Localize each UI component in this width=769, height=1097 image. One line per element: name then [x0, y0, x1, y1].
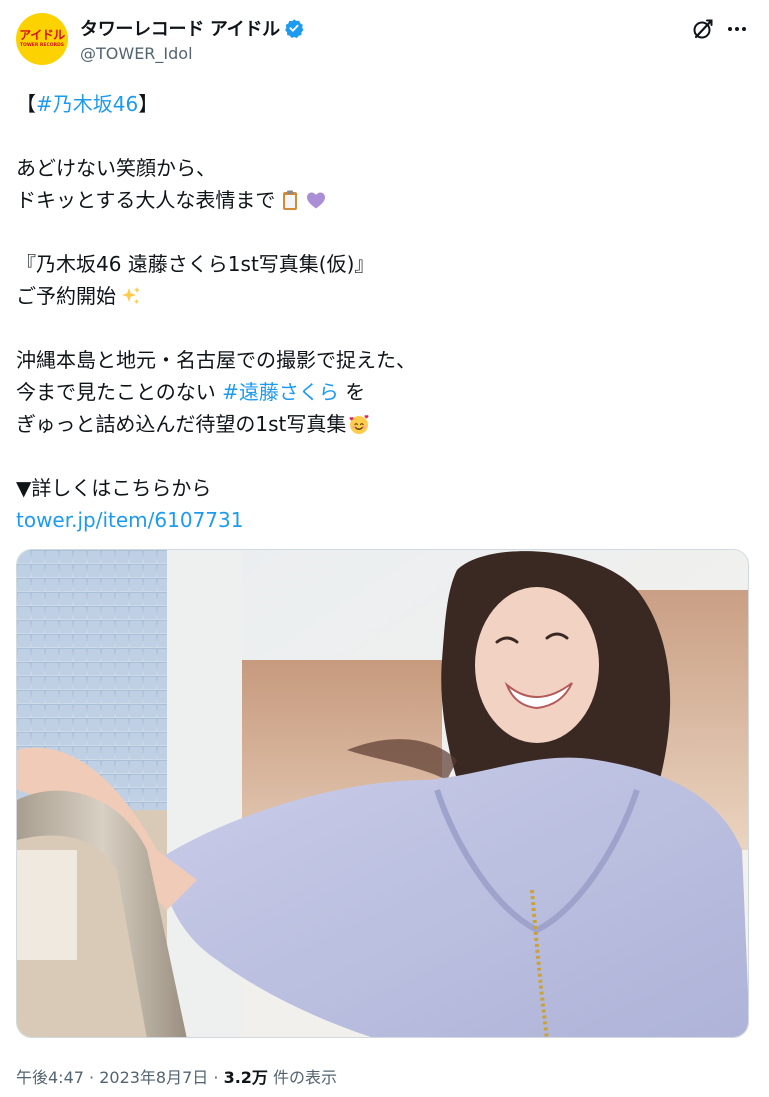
external-link[interactable]: tower.jp/item/6107731: [16, 504, 243, 536]
grok-icon[interactable]: [691, 17, 715, 41]
author-name-row[interactable]: タワーレコード アイドル: [80, 15, 304, 41]
text-line-9: ▼詳しくはこちらから: [16, 476, 212, 500]
avatar-logo-text: アイドル: [19, 28, 65, 43]
hashtag-endo-sakura[interactable]: #遠藤さくら: [222, 376, 339, 408]
clipboard-emoji: [283, 190, 298, 210]
text-line-7-after: を: [338, 380, 366, 404]
text-line: 沖縄本島と地元・名古屋での撮影で捉えた、: [16, 344, 753, 376]
tweet-date[interactable]: 2023年8月7日: [99, 1068, 208, 1087]
tweet-photo[interactable]: [16, 549, 749, 1038]
smiling-face-with-hearts-emoji: [349, 415, 369, 434]
tweet-time[interactable]: 午後4:47: [16, 1068, 84, 1087]
text-line-6: 沖縄本島と地元・名古屋での撮影で捉えた、: [16, 348, 416, 372]
text-line: 【#乃木坂46】: [16, 88, 753, 120]
text-line-3: ドキッとする大人な表情まで: [16, 188, 276, 212]
separator: ·: [208, 1068, 224, 1087]
view-count-label: 件の表示: [267, 1068, 338, 1087]
text-line: ご予約開始: [16, 280, 753, 312]
purple-heart-emoji: [307, 192, 326, 209]
verified-badge-icon: [284, 19, 304, 38]
text-line: tower.jp/item/6107731: [16, 504, 753, 536]
text-line: ぎゅっと詰め込んだ待望の1st写真集: [16, 408, 753, 440]
text-line: ▼詳しくはこちらから: [16, 472, 753, 504]
text-line-4: 『乃木坂46 遠藤さくら1st写真集(仮)』: [16, 252, 375, 276]
tweet-meta: 午後4:47 · 2023年8月7日 · 3.2万 件の表示: [16, 1064, 337, 1088]
text-line-7-before: 今まで見たことのない: [16, 380, 223, 404]
bracket-close: 】: [138, 92, 159, 116]
sparkles-emoji: [122, 287, 140, 304]
display-name[interactable]: タワーレコード アイドル: [80, 15, 280, 41]
text-line-2: あどけない笑顔から、: [16, 156, 216, 180]
more-icon[interactable]: [725, 17, 749, 41]
text-line: あどけない笑顔から、: [16, 152, 753, 184]
text-line: 『乃木坂46 遠藤さくら1st写真集(仮)』: [16, 248, 753, 280]
bracket-open: 【: [16, 92, 36, 116]
separator: ·: [83, 1068, 100, 1087]
tweet-text: 【#乃木坂46】 あどけない笑顔から、 ドキッとする大人な表情まで 『乃木坂46…: [16, 88, 753, 536]
text-line-5: ご予約開始: [16, 284, 116, 308]
tweet: アイドル TOWER RECORDS タワーレコード アイドル @TOWER_I…: [0, 0, 769, 1097]
avatar[interactable]: アイドル TOWER RECORDS: [16, 13, 68, 65]
view-count[interactable]: 3.2万: [224, 1068, 268, 1087]
photo-image: [17, 550, 748, 1037]
avatar-logo-subtext: TOWER RECORDS: [19, 43, 65, 49]
hashtag-nogizaka46[interactable]: #乃木坂46: [36, 88, 138, 120]
text-line: 今まで見たことのない #遠藤さくら を: [16, 376, 753, 408]
author-handle[interactable]: @TOWER_Idol: [80, 44, 193, 63]
text-line-8: ぎゅっと詰め込んだ待望の1st写真集: [16, 412, 347, 436]
text-line: ドキッとする大人な表情まで: [16, 184, 753, 216]
